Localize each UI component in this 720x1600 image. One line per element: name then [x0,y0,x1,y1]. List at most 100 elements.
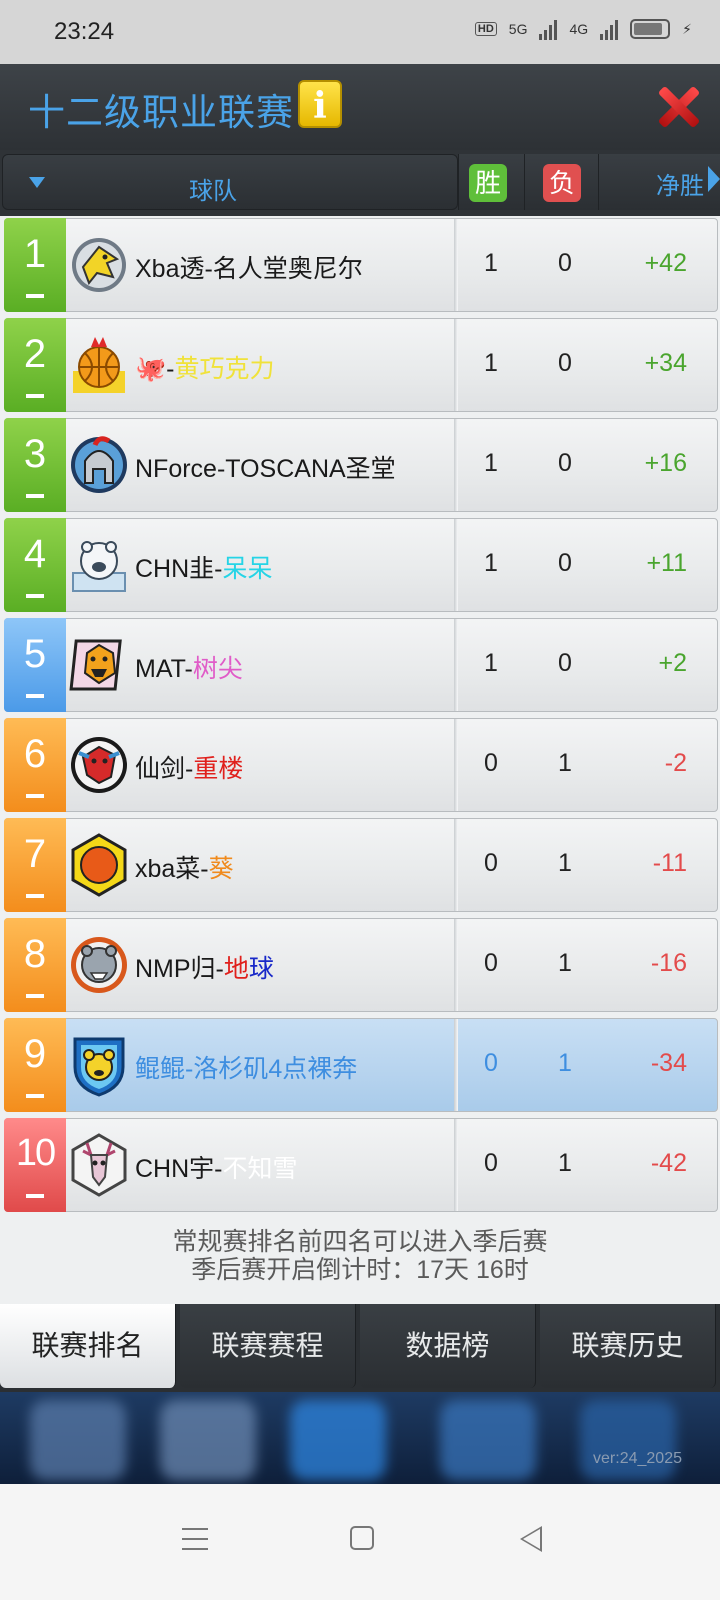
tab-league-history[interactable]: 联赛历史 [540,1304,716,1388]
column-divider [454,619,458,711]
table-row[interactable]: 1 Xba透-名人堂奥尼尔 1 0 +42 [4,218,718,312]
table-row[interactable]: 3 NForce-TOSCANA圣堂 1 0 +16 [4,418,718,512]
column-divider [454,1119,458,1211]
rank-badge: 7 [4,818,66,912]
table-row-highlighted[interactable]: 9 鲲鲲-洛杉矶4点裸奔 0 1 -34 [4,1018,718,1112]
win-column-header[interactable]: 胜 [458,154,524,210]
net-value: -16 [650,949,687,977]
table-row[interactable]: 2 🐙-黄巧克力 1 0 +34 [4,318,718,412]
net-value: -11 [652,849,687,877]
net-column-label: 净胜 [656,173,704,200]
signal-icon-2 [600,18,619,40]
signal-icon [539,18,558,40]
wins-value: 0 [484,949,498,977]
wins-value: 0 [484,1149,498,1177]
wins-value: 1 [484,249,498,277]
info-icon[interactable]: i [298,80,342,128]
wins-value: 1 [484,649,498,677]
wins-value: 1 [484,349,498,377]
net-value: -34 [650,1049,687,1077]
table-header: 球队 胜 负 净胜 [0,150,720,216]
home-icon[interactable] [350,1526,374,1550]
column-divider [454,419,458,511]
status-time: 23:24 [54,18,115,45]
losses-value: 1 [558,1149,572,1177]
close-icon[interactable] [655,84,701,130]
rank-number: 5 [23,632,47,676]
network-5g-label: 5G [508,21,528,37]
table-row[interactable]: 6 仙剑-重楼 0 1 -2 [4,718,718,812]
team-name: 鲲鲲-洛杉矶4点裸奔 [135,1055,358,1083]
blurred-nav-icon [290,1400,386,1480]
losses-value: 1 [558,849,572,877]
rank-badge: 6 [4,718,66,812]
playoff-rule-text: 常规赛排名前四名可以进入季后赛 [172,1228,548,1256]
team-name: MAT-树尖 [135,655,243,683]
team-column-header: 球队 [189,178,237,205]
net-value: -42 [650,1149,687,1177]
rank-number: 10 [15,1132,56,1174]
losses-value: 1 [558,949,572,977]
blurred-nav-icon [580,1400,676,1480]
sort-down-icon [29,177,45,188]
playoff-countdown-text: 季后赛开启倒计时：17天 16时 [191,1256,529,1284]
charging-icon: ⚡ [682,20,692,37]
tab-league-ranking[interactable]: 联赛排名 [0,1304,176,1388]
version-label: ver:24_2025 [593,1450,682,1467]
blurred-nav-icon [30,1400,126,1480]
team-name: NForce-TOSCANA圣堂 [135,455,396,483]
basketball-crown-logo-icon [73,337,125,393]
column-divider [454,519,458,611]
rank-trend-icon [26,994,44,998]
background-game-nav: ver:24_2025 [0,1392,720,1484]
recent-apps-icon[interactable] [182,1528,208,1550]
wins-value: 1 [484,549,498,577]
rank-number: 1 [23,232,47,276]
table-row[interactable]: 4 CHN韭-呆呆 1 0 +11 [4,518,718,612]
loss-column-header[interactable]: 负 [524,154,598,210]
net-value: +42 [644,249,687,277]
rank-badge: 1 [4,218,66,312]
wins-value: 0 [484,1049,498,1077]
rank-number: 3 [23,432,47,476]
table-row[interactable]: 10 CHN宇-不知雪 0 1 -42 [4,1118,718,1212]
net-value: +11 [646,549,687,577]
tab-stats-leaderboard[interactable]: 数据榜 [360,1304,536,1388]
system-nav-bar [0,1484,720,1600]
hd-icon: HD [474,22,497,36]
net-value: +16 [644,449,687,477]
scroll-right-icon[interactable] [708,166,720,192]
rank-number: 9 [23,1032,47,1076]
rank-trend-icon [26,294,44,298]
tab-league-schedule[interactable]: 联赛赛程 [180,1304,356,1388]
losses-value: 0 [558,449,572,477]
rank-number: 6 [23,732,47,776]
yellow-bear-shield-logo-icon [73,1037,125,1097]
losses-value: 0 [558,349,572,377]
rank-badge: 2 [4,318,66,412]
net-value: +2 [658,649,687,677]
rank-trend-icon [26,1094,44,1098]
losses-value: 0 [558,649,572,677]
rank-number: 7 [23,832,47,876]
table-row[interactable]: 7 xba菜-葵 0 1 -11 [4,818,718,912]
table-row[interactable]: 8 NMP归-地球 0 1 -16 [4,918,718,1012]
grizzly-bear-logo-icon [71,937,127,993]
orange-hexagon-logo-icon [71,833,127,897]
rank-badge: 3 [4,418,66,512]
losses-value: 1 [558,1049,572,1077]
loss-badge: 负 [543,164,581,202]
wins-value: 1 [484,449,498,477]
back-icon[interactable] [520,1526,542,1552]
red-dragon-logo-icon [71,737,127,793]
sort-by-team-button[interactable]: 球队 [2,154,458,210]
rank-number: 4 [23,532,47,576]
table-row[interactable]: 5 MAT-树尖 1 0 +2 [4,618,718,712]
team-name: 仙剑-重楼 [135,755,244,783]
app-header: 十二级职业联赛 i [0,64,720,150]
net-value: +34 [644,349,687,377]
rank-badge: 9 [4,1018,66,1112]
bottom-tabs: 联赛排名 联赛赛程 数据榜 联赛历史 [0,1304,720,1392]
rank-number: 8 [23,932,47,976]
win-badge: 胜 [469,164,507,202]
